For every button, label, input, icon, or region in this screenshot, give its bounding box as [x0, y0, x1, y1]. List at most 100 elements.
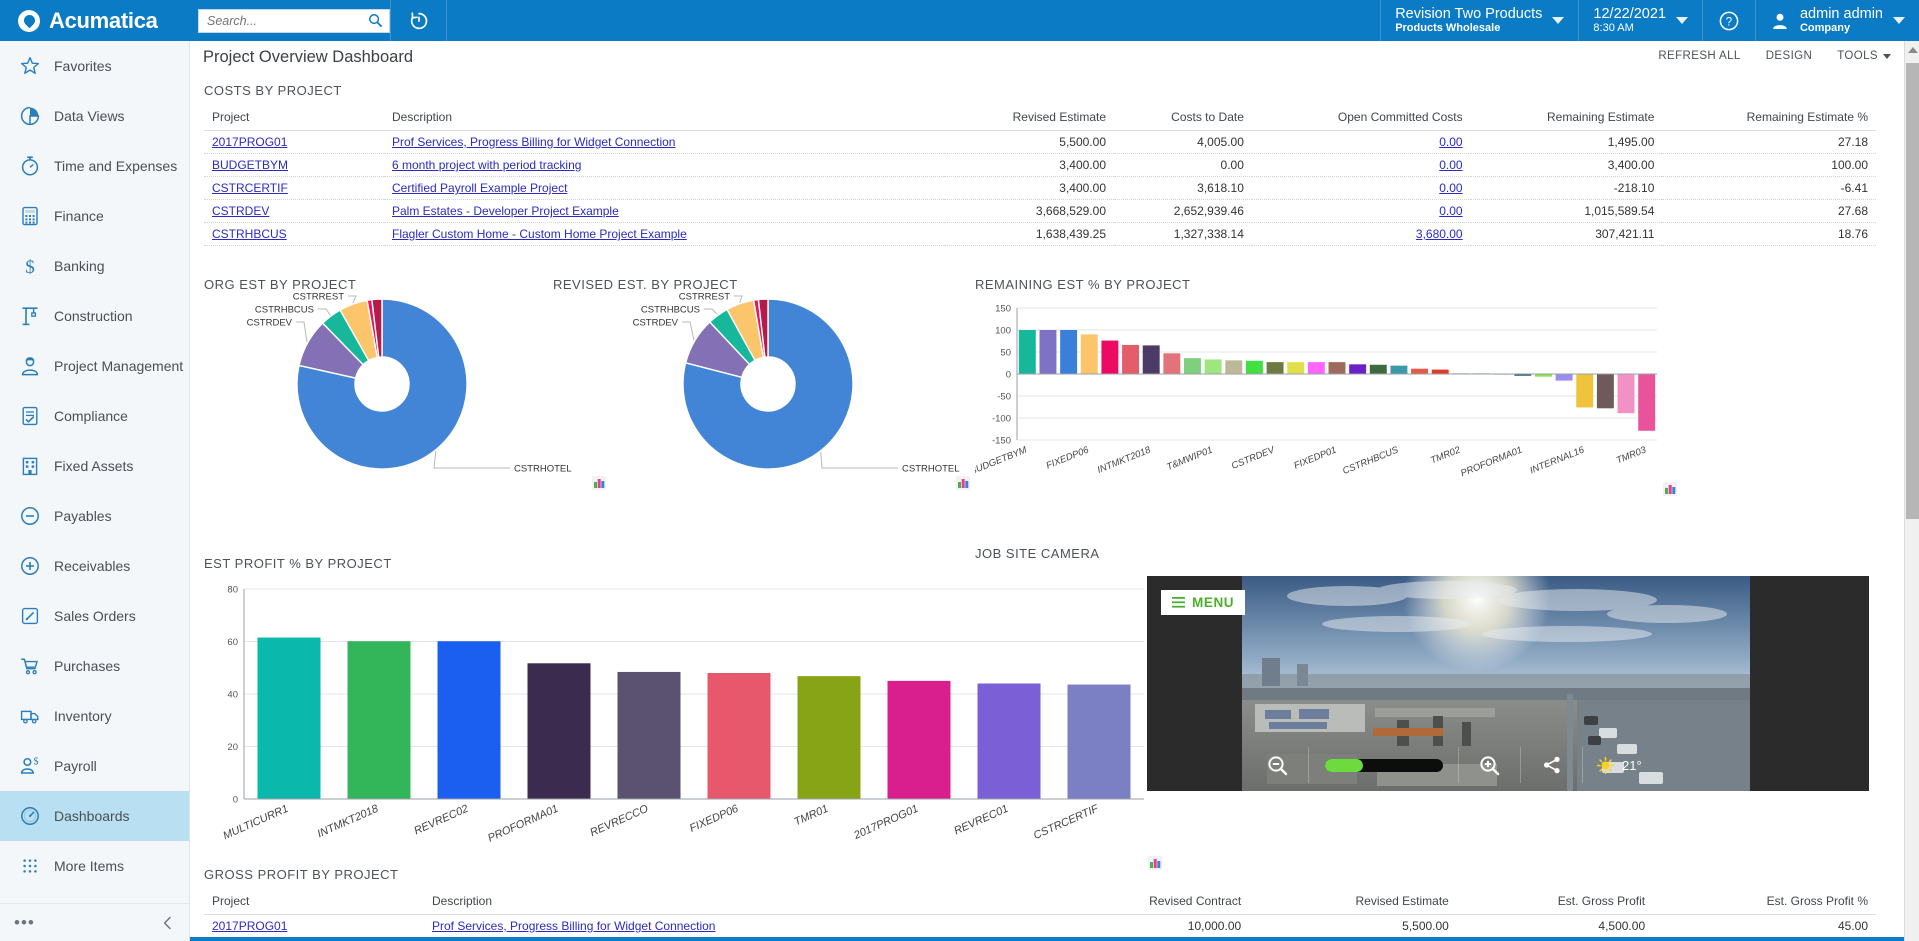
- cell-project[interactable]: 2017PROG01: [204, 914, 424, 938]
- cell-link[interactable]: BUDGETBYM: [212, 158, 288, 172]
- bar[interactable]: [887, 680, 951, 799]
- bar[interactable]: [1390, 365, 1408, 374]
- bar[interactable]: [1060, 330, 1078, 374]
- cell-description[interactable]: 6 month project with period tracking: [384, 153, 944, 177]
- bar[interactable]: [1349, 364, 1367, 374]
- bar[interactable]: [617, 671, 681, 799]
- org-est-donut-chart[interactable]: CSTRHOTELCSTRDEVCSTRHBCUSCSTRREST: [204, 292, 594, 488]
- bar[interactable]: [1204, 359, 1222, 374]
- cell-open_committed[interactable]: 3,680.00: [1251, 222, 1471, 246]
- column-header[interactable]: Open Committed Costs: [1251, 108, 1471, 131]
- table-row[interactable]: CSTRHBCUS Flagler Custom Home - Custom Ho…: [204, 222, 1876, 246]
- bar[interactable]: [1555, 374, 1573, 381]
- camera-viewport[interactable]: MENU 21°: [1147, 576, 1869, 791]
- table-row[interactable]: BUDGETBYM 6 month project with period tra…: [204, 153, 1876, 177]
- ellipsis-icon[interactable]: •••: [14, 914, 35, 931]
- sidebar-item-banking[interactable]: $ Banking: [0, 241, 189, 291]
- page-scrollbar[interactable]: [1904, 41, 1919, 941]
- sidebar-item-compliance[interactable]: Compliance: [0, 391, 189, 441]
- sidebar-item-receivables[interactable]: Receivables: [0, 541, 189, 591]
- column-header[interactable]: Remaining Estimate: [1470, 108, 1663, 131]
- recent-history-icon[interactable]: [391, 0, 446, 41]
- column-header[interactable]: Project: [204, 892, 424, 915]
- cell-description[interactable]: Prof Services, Progress Billing for Widg…: [424, 914, 1044, 938]
- bar[interactable]: [1266, 362, 1284, 374]
- column-header[interactable]: Description: [424, 892, 1044, 915]
- bar[interactable]: [1184, 358, 1201, 374]
- bar[interactable]: [257, 637, 321, 799]
- sidebar-item-construction[interactable]: Construction: [0, 291, 189, 341]
- chevron-left-icon[interactable]: [162, 916, 173, 930]
- cell-description[interactable]: Flagler Custom Home - Custom Home Projec…: [384, 222, 944, 246]
- sidebar-item-purchases[interactable]: Purchases: [0, 641, 189, 691]
- column-header[interactable]: Revised Estimate: [944, 108, 1114, 131]
- cell-project[interactable]: BUDGETBYM: [204, 153, 384, 177]
- cell-link[interactable]: CSTRCERTIF: [212, 181, 288, 195]
- bar[interactable]: [707, 673, 771, 799]
- bar[interactable]: [1328, 362, 1346, 374]
- tools-button[interactable]: TOOLS: [1837, 50, 1891, 62]
- cell-link[interactable]: 2017PROG01: [212, 919, 287, 933]
- bar[interactable]: [1122, 344, 1140, 374]
- bar[interactable]: [1225, 360, 1243, 374]
- column-header[interactable]: Description: [384, 108, 944, 131]
- bar[interactable]: [797, 676, 861, 799]
- revised-est-donut-chart[interactable]: CSTRHOTEL CSTRDEV CSTRHBCUS CSTRREST: [550, 292, 980, 488]
- column-header[interactable]: Revised Contract: [1044, 892, 1250, 915]
- sidebar-item-dashboards[interactable]: Dashboards: [0, 791, 189, 841]
- cell-open_committed[interactable]: 0.00: [1251, 176, 1471, 200]
- table-row[interactable]: CSTRCERTIF Certified Payroll Example Proj…: [204, 176, 1876, 200]
- cell-link[interactable]: Prof Services, Progress Billing for Widg…: [432, 919, 715, 933]
- bar[interactable]: [1431, 369, 1449, 374]
- cell-link[interactable]: Prof Services, Progress Billing for Widg…: [392, 135, 675, 149]
- column-header[interactable]: Project: [204, 108, 384, 131]
- cell-description[interactable]: Certified Payroll Example Project: [384, 176, 944, 200]
- column-header[interactable]: Est. Gross Profit %: [1653, 892, 1876, 915]
- zoom-in-button[interactable]: [1459, 747, 1521, 783]
- zoom-slider-thumb[interactable]: [1324, 758, 1363, 772]
- bar[interactable]: [1369, 364, 1387, 374]
- table-row[interactable]: CSTRDEV Palm Estates - Developer Project …: [204, 199, 1876, 223]
- share-button[interactable]: [1521, 747, 1583, 783]
- cell-project[interactable]: CSTRDEV: [204, 199, 384, 223]
- chart-type-icon[interactable]: [1663, 482, 1677, 496]
- sidebar-item-favorites[interactable]: Favorites: [0, 41, 189, 91]
- table-row[interactable]: 2017PROG01 Prof Services, Progress Billin…: [204, 130, 1876, 154]
- app-logo[interactable]: Acumatica: [0, 0, 190, 41]
- sidebar-item-project-management[interactable]: Project Management: [0, 341, 189, 391]
- bar[interactable]: [1638, 374, 1656, 431]
- cell-link[interactable]: 0.00: [1439, 204, 1462, 218]
- cell-link[interactable]: 6 month project with period tracking: [392, 158, 581, 172]
- cell-project[interactable]: CSTRCERTIF: [204, 176, 384, 200]
- zoom-slider[interactable]: [1309, 747, 1459, 783]
- sidebar-item-sales-orders[interactable]: Sales Orders: [0, 591, 189, 641]
- cell-project[interactable]: 2017PROG01: [204, 130, 384, 154]
- sidebar-item-finance[interactable]: Finance: [0, 191, 189, 241]
- table-row[interactable]: 2017PROG01 Prof Services, Progress Billin…: [204, 914, 1876, 938]
- bar[interactable]: [527, 663, 591, 799]
- cell-link[interactable]: Certified Payroll Example Project: [392, 181, 567, 195]
- column-header[interactable]: Remaining Estimate %: [1662, 108, 1876, 131]
- cell-link[interactable]: CSTRDEV: [212, 204, 269, 218]
- bar[interactable]: [437, 641, 501, 799]
- sidebar-item-payroll[interactable]: $ Payroll: [0, 741, 189, 791]
- cell-link[interactable]: 2017PROG01: [212, 135, 287, 149]
- cell-link[interactable]: Palm Estates - Developer Project Example: [392, 204, 619, 218]
- bar[interactable]: [1576, 374, 1594, 408]
- sidebar-item-inventory[interactable]: Inventory: [0, 691, 189, 741]
- cell-link[interactable]: 3,680.00: [1416, 227, 1463, 241]
- scrollbar-thumb[interactable]: [1906, 63, 1919, 519]
- cell-open_committed[interactable]: 0.00: [1251, 130, 1471, 154]
- company-selector[interactable]: Revision Two Products Products Wholesale: [1381, 0, 1578, 41]
- search-icon[interactable]: [368, 13, 383, 28]
- refresh-all-button[interactable]: REFRESH ALL: [1658, 50, 1740, 62]
- chart-type-icon[interactable]: [956, 476, 970, 490]
- zoom-out-button[interactable]: [1247, 747, 1309, 783]
- scroll-up-arrow-icon[interactable]: [1908, 47, 1918, 53]
- cell-link[interactable]: 0.00: [1439, 158, 1462, 172]
- cell-project[interactable]: CSTRHBCUS: [204, 222, 384, 246]
- cell-open_committed[interactable]: 0.00: [1251, 199, 1471, 223]
- sidebar-item-time-and-expenses[interactable]: Time and Expenses: [0, 141, 189, 191]
- bar[interactable]: [1080, 334, 1098, 374]
- business-date-selector[interactable]: 12/22/2021 8:30 AM: [1579, 0, 1702, 41]
